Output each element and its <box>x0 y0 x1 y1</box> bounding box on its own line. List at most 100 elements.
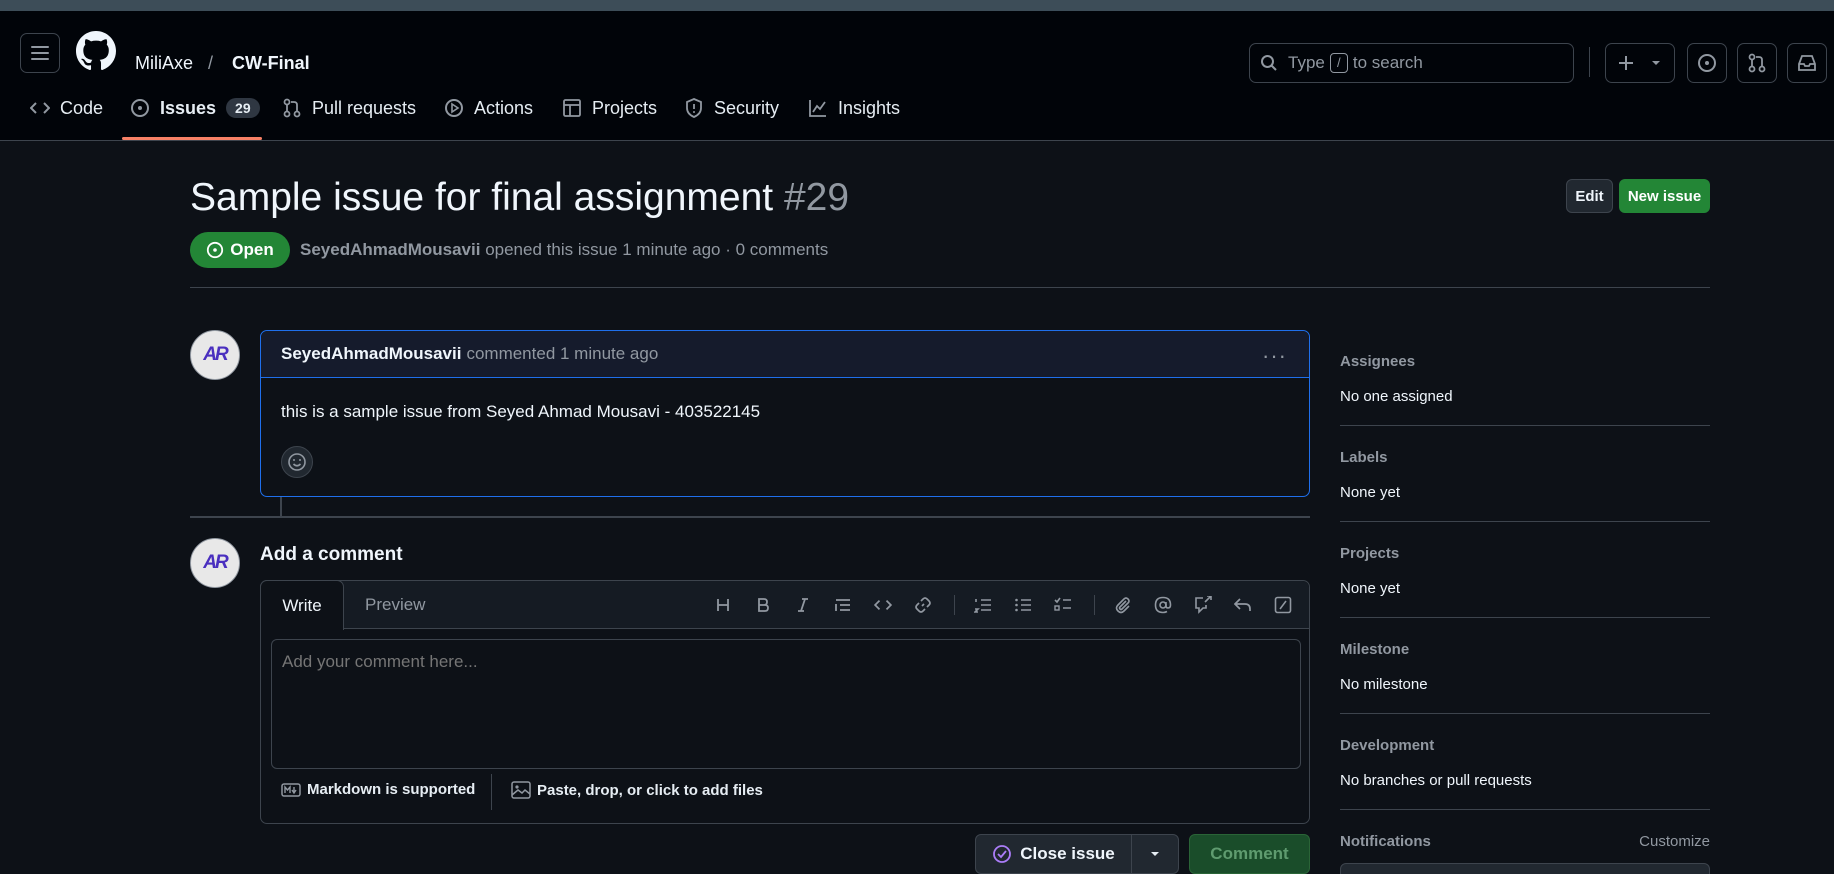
add-reaction-button[interactable] <box>281 446 313 478</box>
tab-projects[interactable]: Projects <box>562 86 657 130</box>
development-heading: Development <box>1340 737 1435 754</box>
search-icon <box>1261 55 1277 71</box>
active-tab-indicator <box>122 137 262 140</box>
tab-security[interactable]: Security <box>684 86 779 130</box>
unordered-list-icon[interactable] <box>1011 594 1035 616</box>
edit-button[interactable]: Edit <box>1566 179 1613 213</box>
reply-icon[interactable] <box>1231 594 1255 616</box>
subscribe-button[interactable] <box>1340 863 1710 874</box>
cross-reference-icon[interactable] <box>1191 594 1215 616</box>
tab-issues[interactable]: Issues 29 <box>130 86 260 130</box>
tab-actions[interactable]: Actions <box>444 86 533 130</box>
issue-opened-icon <box>131 99 149 117</box>
tab-insights[interactable]: Insights <box>808 86 900 130</box>
tab-pull-requests-label: Pull requests <box>312 97 417 118</box>
bold-icon[interactable] <box>751 594 775 616</box>
footer-divider <box>491 774 492 810</box>
assignees-value: No one assigned <box>1340 388 1453 405</box>
code-icon <box>30 102 50 114</box>
sidebar-divider <box>1340 713 1710 714</box>
window-top-strip <box>0 0 1834 11</box>
repo-header: MiliAxe / CW-Final Type / to search <box>0 11 1834 141</box>
sidebar-divider <box>1340 521 1710 522</box>
title-divider <box>190 287 1710 288</box>
mention-icon[interactable] <box>1151 594 1175 616</box>
issue-comment: SeyedAhmadMousavii commented 1 minute ag… <box>260 330 1310 497</box>
new-issue-button[interactable]: New issue <box>1619 179 1710 213</box>
pull-request-icon <box>283 98 301 118</box>
inbox-button[interactable] <box>1787 43 1827 83</box>
heading-icon[interactable] <box>711 594 735 616</box>
sidebar-notifications: Notifications Customize <box>1340 833 1710 850</box>
create-new-button[interactable] <box>1605 43 1675 83</box>
comment-header: SeyedAhmadMousavii commented 1 minute ag… <box>261 331 1309 378</box>
menu-button[interactable] <box>20 33 60 73</box>
issues-count-badge: 29 <box>226 98 260 118</box>
sidebar-divider <box>1340 809 1710 810</box>
attach-icon[interactable] <box>1111 594 1135 616</box>
issue-meta-text: opened this issue 1 minute ago · 0 comme… <box>485 240 829 259</box>
plus-icon <box>1619 56 1633 70</box>
tab-write[interactable]: Write <box>260 580 344 630</box>
tab-pull-requests[interactable]: Pull requests <box>282 86 416 130</box>
shield-icon <box>686 98 702 118</box>
close-options-button[interactable] <box>1131 834 1179 874</box>
comment-body: this is a sample issue from Seyed Ahmad … <box>281 402 761 421</box>
header-divider <box>1589 47 1590 77</box>
tab-preview[interactable]: Preview <box>365 595 425 615</box>
issue-author-link[interactable]: SeyedAhmadMousavii <box>300 240 480 259</box>
tab-security-label: Security <box>714 97 780 118</box>
comment-editor: Write Preview Markdown is supported Past… <box>260 580 1310 824</box>
breadcrumb-repo[interactable]: CW-Final <box>232 53 310 74</box>
assignees-heading: Assignees <box>1340 353 1416 370</box>
milestone-heading: Milestone <box>1340 641 1410 658</box>
ordered-list-icon[interactable] <box>971 594 995 616</box>
attach-files-button[interactable]: Paste, drop, or click to add files <box>511 781 763 799</box>
issues-button[interactable] <box>1687 43 1727 83</box>
issue-opened-icon <box>207 241 224 259</box>
tab-issues-label: Issues <box>160 97 217 118</box>
markdown-support-note[interactable]: Markdown is supported <box>281 781 475 798</box>
link-icon[interactable] <box>911 594 935 616</box>
pull-request-icon <box>1748 53 1766 73</box>
smiley-icon <box>288 453 306 471</box>
customize-link[interactable]: Customize <box>1639 833 1710 850</box>
tab-insights-label: Insights <box>838 97 901 118</box>
sidebar-divider <box>1340 617 1710 618</box>
code-icon[interactable] <box>871 594 895 616</box>
comment-button[interactable]: Comment <box>1189 834 1310 874</box>
sidebar-projects[interactable]: Projects None yet <box>1340 545 1710 597</box>
comment-author-link[interactable]: SeyedAhmadMousavii <box>281 344 461 364</box>
search-input[interactable]: Type / to search <box>1249 43 1574 83</box>
status-label: Open <box>230 240 274 259</box>
avatar[interactable]: AR <box>190 330 240 380</box>
comment-textarea[interactable] <box>271 639 1301 769</box>
task-list-icon[interactable] <box>1051 594 1075 616</box>
issue-number: #29 <box>783 176 850 219</box>
tab-code[interactable]: Code <box>30 86 103 130</box>
attach-files-label: Paste, drop, or click to add files <box>537 781 763 799</box>
issue-title-text: Sample issue for final assignment <box>190 176 774 219</box>
close-issue-button[interactable]: Close issue <box>975 834 1132 874</box>
image-icon <box>511 781 531 799</box>
github-logo[interactable] <box>76 31 116 71</box>
development-value: No branches or pull requests <box>1340 772 1532 789</box>
toolbar-divider <box>954 595 955 615</box>
breadcrumb-owner[interactable]: MiliAxe <box>135 53 193 74</box>
search-prefix: Type <box>1288 53 1325 72</box>
italic-icon[interactable] <box>791 594 815 616</box>
sidebar-assignees[interactable]: Assignees No one assigned <box>1340 353 1710 405</box>
check-circle-icon <box>993 845 1012 863</box>
comment-timestamp[interactable]: commented 1 minute ago <box>466 344 658 364</box>
sidebar-development[interactable]: Development No branches or pull requests <box>1340 737 1710 789</box>
sidebar-divider <box>1340 425 1710 426</box>
quote-icon[interactable] <box>831 594 855 616</box>
avatar[interactable]: AR <box>190 538 240 588</box>
sidebar-milestone[interactable]: Milestone No milestone <box>1340 641 1710 693</box>
sidebar-labels[interactable]: Labels None yet <box>1340 449 1710 501</box>
breadcrumb-separator: / <box>208 53 214 73</box>
kebab-horizontal-icon[interactable]: ··· <box>1262 343 1287 369</box>
slash-command-icon[interactable] <box>1271 594 1295 616</box>
issue-title: Sample issue for final assignment #29 <box>190 176 849 220</box>
pull-requests-button[interactable] <box>1737 43 1777 83</box>
